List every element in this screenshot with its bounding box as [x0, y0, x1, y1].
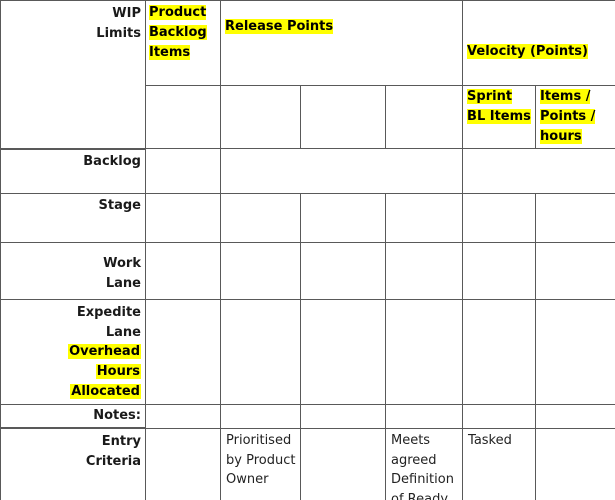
product-backlog-items-label: Product Backlog Items: [149, 5, 207, 60]
notes-cell-ready[interactable]: [384, 403, 464, 429]
entry-criteria-label-line2: Criteria: [85, 454, 141, 469]
expedite-overhead-label: Overhead: [68, 344, 141, 360]
stage-cell-blank: [145, 192, 221, 243]
work-lane-label-line2: Lane: [105, 275, 141, 291]
work-lane-cell-grooming[interactable]: [300, 241, 386, 300]
work-lane-label-line1: Work: [103, 255, 141, 271]
row-label-wip-limits: WIP Limits: [0, 0, 146, 150]
backlog-cell-product-q: Product Q: [145, 148, 221, 194]
wip-limits-label-line2: Limits: [96, 25, 141, 41]
backlog-row: Backlog Product Q Release Sprint: [0, 147, 615, 194]
row-label-expedite-lane: Expedite Lane Overhead Hours Allocated: [0, 298, 146, 405]
stage-grooming-label: Grooming: [306, 197, 378, 213]
wip-limits-label-line1: WIP: [112, 6, 141, 21]
release-points-label: Release Points: [225, 19, 334, 34]
velocity-points-label: Velocity (Points): [467, 44, 588, 59]
expedite-hours-label: Hours: [95, 364, 141, 379]
wip-header-row-1: WIP Limits Product Backlog Items Release…: [0, 0, 615, 150]
expedite-lane-cell-ready[interactable]: [384, 298, 464, 405]
entry-criteria-ready-text: Meets agreed Definition of Ready: [391, 432, 454, 500]
expedite-lane-row: Expedite Lane Overhead Hours Allocated: [0, 298, 615, 405]
stage-cell-grooming[interactable]: Grooming: [300, 192, 386, 243]
row-label-entry-criteria: Entry Criteria: [0, 427, 146, 500]
work-lane-row: Work Lane: [0, 241, 615, 300]
stage-label: Stage: [98, 197, 141, 213]
header-cell-items-points-hours: Items / Points / hours: [535, 84, 615, 150]
work-lane-cell-new[interactable]: [220, 241, 301, 300]
backlog-product-q-label: Product Q: [150, 153, 208, 188]
expedite-lane-cell-sprint-backlog[interactable]: [462, 298, 537, 405]
row-label-stage: Stage: [0, 192, 146, 243]
stage-sprint-backlog-label: Sprint Backlog: [468, 197, 526, 233]
stage-cell-ready-buffer[interactable]: Ready (buffer): [384, 192, 464, 243]
work-lane-cell-sprint-backlog[interactable]: [462, 241, 537, 300]
entry-criteria-cell-in-progress[interactable]: [535, 427, 615, 500]
notes-cell-product-q[interactable]: [145, 403, 221, 429]
entry-criteria-cell-ready[interactable]: Meets agreed Definition of Ready: [384, 427, 464, 500]
header-cell-release-points: Release Points: [219, 0, 464, 86]
backlog-label: Backlog: [83, 153, 141, 169]
wip-limit-input-pbi[interactable]: [145, 84, 221, 150]
expedite-lane-label-line2: Lane: [105, 324, 141, 340]
entry-criteria-sprint-backlog-text: Tasked: [468, 432, 512, 448]
work-lane-cell-in-progress[interactable]: [535, 241, 615, 300]
stage-cell-in-progress[interactable]: In Progress: [535, 192, 615, 243]
notes-cell-new[interactable]: [220, 403, 301, 429]
items-points-hours-label: Items / Points / hours: [540, 89, 596, 144]
stage-row: Stage New Grooming Ready (buffer) Sprint…: [0, 192, 615, 243]
expedite-lane-cell-grooming[interactable]: [300, 298, 386, 405]
expedite-allocated-label: Allocated: [70, 383, 141, 399]
row-label-backlog: Backlog: [0, 147, 146, 194]
expedite-lane-cell-product-q[interactable]: [145, 298, 221, 405]
notes-cell-sprint-backlog[interactable]: [462, 403, 537, 429]
notes-label: Notes:: [93, 407, 141, 423]
stage-cell-new[interactable]: New: [220, 192, 301, 243]
wip-limit-input-new[interactable]: [220, 84, 301, 150]
row-label-notes: Notes:: [0, 403, 146, 429]
header-cell-product-backlog-items: Product Backlog Items: [145, 0, 221, 86]
stage-new-label: New: [226, 197, 258, 213]
stage-ready-buffer-label: Ready (buffer): [391, 197, 448, 233]
backlog-cell-sprint: Sprint: [462, 148, 615, 194]
entry-criteria-cell-sprint-backlog[interactable]: Tasked: [462, 427, 537, 500]
stage-in-progress-label: In Progress: [541, 197, 606, 233]
backlog-cell-release: Release: [219, 148, 464, 194]
backlog-release-label: Release: [225, 153, 283, 169]
work-lane-cell-ready[interactable]: [384, 241, 464, 300]
notes-cell-grooming[interactable]: [300, 403, 386, 429]
kanban-board: WIP Limits Product Backlog Items Release…: [0, 0, 615, 500]
expedite-lane-cell-in-progress[interactable]: [535, 298, 615, 405]
header-cell-sprint-bl-items: Sprint BL Items: [462, 84, 537, 150]
expedite-lane-label-line1: Expedite: [76, 304, 141, 320]
kanban-table: WIP Limits Product Backlog Items Release…: [0, 0, 615, 500]
wip-limit-input-grooming[interactable]: [300, 84, 386, 150]
expedite-lane-cell-new[interactable]: [220, 298, 301, 405]
notes-cell-in-progress[interactable]: [535, 403, 615, 429]
entry-criteria-row: Entry Criteria Prioritised by Product Ow…: [0, 427, 615, 500]
header-cell-velocity-points: Velocity (Points): [462, 0, 615, 86]
entry-criteria-cell-product-q[interactable]: [145, 427, 221, 500]
wip-limit-input-ready[interactable]: [384, 84, 464, 150]
sprint-bl-items-label: Sprint BL Items: [467, 89, 531, 124]
entry-criteria-cell-grooming[interactable]: [300, 427, 386, 500]
work-lane-cell-product-q[interactable]: [145, 241, 221, 300]
entry-criteria-new-text: Prioritised by Product Owner: [226, 432, 296, 488]
row-label-work-lane: Work Lane: [0, 241, 146, 300]
entry-criteria-label-line1: Entry: [101, 434, 141, 450]
entry-criteria-cell-new[interactable]: Prioritised by Product Owner: [220, 427, 301, 500]
stage-cell-sprint-backlog[interactable]: Sprint Backlog: [462, 192, 537, 243]
notes-row: Notes:: [0, 403, 615, 429]
backlog-sprint-label: Sprint: [467, 153, 513, 169]
